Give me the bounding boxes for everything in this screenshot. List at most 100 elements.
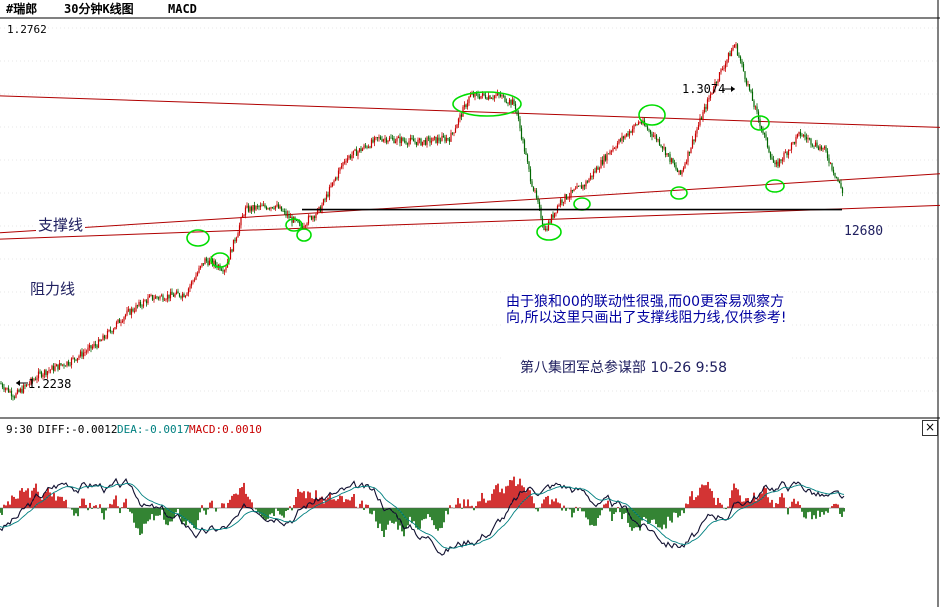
resistance-line-label: 阻力线 <box>28 278 78 299</box>
candle-up <box>4 388 7 390</box>
candle-down <box>522 138 524 141</box>
candle-down <box>537 197 539 202</box>
period-label: 30分钟K线图 <box>64 1 134 16</box>
candle-up <box>279 206 281 209</box>
candle-down <box>591 175 593 177</box>
candle-down <box>622 136 625 139</box>
price-top-label: 1.2762 <box>7 23 47 36</box>
candle-down <box>813 145 815 147</box>
candle-up <box>318 206 320 209</box>
candle-up <box>352 150 355 156</box>
candle-up <box>373 137 376 143</box>
candle-up <box>142 300 145 307</box>
candle-up <box>147 297 149 304</box>
candle-up <box>193 279 196 281</box>
candle-down <box>586 181 589 183</box>
candle-up <box>637 122 640 125</box>
candle-up <box>421 141 424 146</box>
candle-down <box>414 141 416 143</box>
candle-down <box>1 384 4 388</box>
candle-down <box>744 71 746 80</box>
candle-up <box>496 93 499 96</box>
candle-down <box>364 145 367 147</box>
candle-up <box>190 281 193 286</box>
candle-down <box>285 211 287 216</box>
candle-up <box>490 98 493 99</box>
candle-up <box>703 106 706 113</box>
candle-up <box>720 69 722 73</box>
candle-down <box>805 137 808 140</box>
candle-down <box>502 95 505 97</box>
candle-up <box>387 140 389 143</box>
candle-down <box>601 160 604 165</box>
candle-up <box>196 272 199 276</box>
candle-up <box>370 139 373 148</box>
candle-down <box>513 99 515 104</box>
candle-down <box>520 128 523 139</box>
candle-up <box>384 138 386 140</box>
candle-down <box>207 260 209 266</box>
candle-down <box>220 269 223 271</box>
candle-up <box>55 364 58 367</box>
candle-down <box>693 139 695 141</box>
candle-up <box>690 147 692 154</box>
candle-down <box>649 130 652 134</box>
candle-up <box>204 258 206 265</box>
candle-down <box>841 188 844 194</box>
candle-down <box>313 216 316 218</box>
candle-up <box>252 205 254 211</box>
candle-down <box>801 135 803 137</box>
candle-up <box>787 150 790 156</box>
candle-up <box>130 308 133 315</box>
candle-up <box>685 161 688 164</box>
candle-up <box>82 352 85 357</box>
candle-up <box>436 137 439 143</box>
candle-down <box>99 339 101 341</box>
candle-up <box>468 96 470 103</box>
candle-down <box>660 144 662 147</box>
candle-down <box>675 165 677 170</box>
candle-down <box>765 134 767 138</box>
candle-down <box>840 182 842 189</box>
candle-up <box>592 171 595 177</box>
candle-up <box>663 147 665 149</box>
candle-down <box>424 140 427 145</box>
candle-down <box>385 138 388 143</box>
candle-down <box>403 140 406 142</box>
candle-down <box>745 79 748 85</box>
candle-down <box>111 331 113 333</box>
candle-down <box>832 169 835 173</box>
candle-up <box>235 237 238 242</box>
candle-up <box>135 305 137 312</box>
candle-down <box>10 391 13 397</box>
candle-down <box>661 146 664 149</box>
candle-down <box>45 370 47 376</box>
dea-label: DEA:-0.0017 <box>117 423 190 436</box>
candle-up <box>463 104 466 107</box>
candle-down <box>658 139 661 145</box>
candle-up <box>160 295 163 297</box>
candle-up <box>511 99 514 105</box>
candle-up <box>723 68 725 70</box>
candle-up <box>339 167 341 171</box>
candle-down <box>700 117 703 120</box>
candle-up <box>718 72 721 81</box>
candle-up <box>286 213 289 216</box>
candle-up <box>559 199 562 206</box>
candle-down <box>748 84 751 91</box>
candle-up <box>634 124 637 126</box>
candle-up <box>396 137 398 142</box>
candle-up <box>394 141 397 144</box>
candle-up <box>733 44 736 48</box>
candle-up <box>654 135 656 137</box>
candle-up <box>382 139 385 142</box>
candle-down <box>607 153 610 155</box>
close-icon[interactable]: × <box>922 420 938 436</box>
candle-down <box>298 222 301 224</box>
candle-down <box>129 309 131 315</box>
candle-up <box>684 163 686 168</box>
candle-down <box>676 169 679 173</box>
candle-up <box>61 364 64 366</box>
candle-up <box>459 114 461 119</box>
candle-up <box>678 170 680 173</box>
